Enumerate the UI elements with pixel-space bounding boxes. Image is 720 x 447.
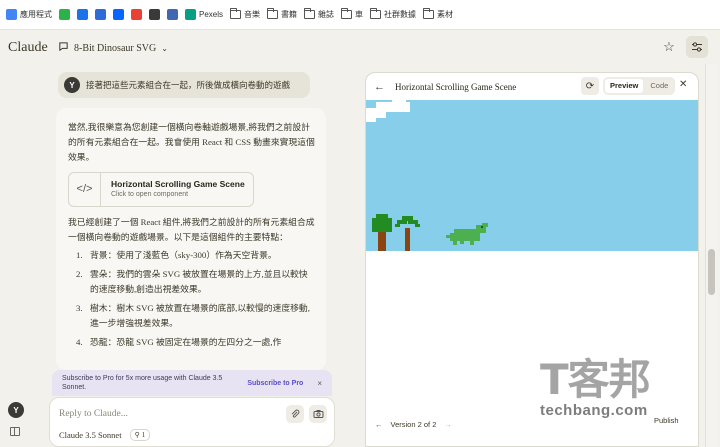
tab-preview[interactable]: Preview	[605, 79, 644, 93]
bookmark-item[interactable]: 素材	[423, 8, 454, 20]
app-header: Claude 8-Bit Dinosaur SVG ⌄ ☆	[0, 31, 720, 64]
bookmark-item[interactable]	[113, 9, 124, 20]
bookmark-label: 雜誌	[318, 10, 335, 19]
next-version-arrow-icon[interactable]: →	[444, 420, 452, 429]
apps-grid-icon	[6, 9, 17, 20]
person-icon: ⚲	[134, 431, 140, 439]
user-message: Y 接著把這些元素組合在一起，所後做成橫向卷動的遊戲	[58, 72, 310, 98]
assistant-message: 當然,我很樂意為您創建一個橫向卷軸遊戲場景,將我們之前設計的所有元素組合在一起。…	[56, 108, 326, 370]
watermark-logo: T客邦	[540, 355, 651, 404]
pexels-icon	[185, 9, 196, 20]
window-scrollbar[interactable]	[705, 64, 717, 447]
close-icon[interactable]: ✕	[679, 79, 687, 90]
bookmark-item[interactable]	[131, 9, 142, 20]
previous-version-arrow-icon[interactable]: ←	[375, 420, 383, 429]
refresh-icon[interactable]: ⟳	[581, 77, 599, 95]
bookmark-item[interactable]: 應用程式	[6, 9, 52, 20]
star-icon[interactable]: ☆	[658, 36, 680, 58]
bookmark-label: 應用程式	[20, 10, 52, 19]
code-icon: </>	[69, 173, 101, 206]
preview-code-toggle: Preview Code	[603, 77, 676, 95]
watermark-url: techbang.com	[540, 402, 648, 419]
bookmark-item[interactable]: 車	[341, 8, 364, 20]
list-item: 2. 雲朵：我們的雲朵 SVG 被放置在場景的上方,並且以較快的速度移動,創造出視…	[76, 269, 308, 294]
assistant-intro: 當然,我很樂意為您創建一個橫向卷軸遊戲場景,將我們之前設計的所有元素組合在一起。…	[68, 122, 315, 162]
folder-icon	[370, 8, 382, 19]
bookmark-item[interactable]	[95, 9, 106, 20]
conversation-title-button[interactable]: 8-Bit Dinosaur SVG ⌄	[58, 41, 168, 55]
list-item: 4. 恐龍：恐龍 SVG 被固定在場景的左四分之一處,作	[76, 337, 282, 347]
subscribe-banner-text: Subscribe to Pro for 5x more usage with …	[62, 375, 223, 391]
paperclip-icon[interactable]	[286, 405, 304, 423]
folder-icon	[423, 8, 435, 19]
artifact-card-title: Horizontal Scrolling Game Scene	[111, 179, 245, 189]
feature-list: 1. 背景：使用了淺藍色（sky-300）作為天空背景。 2. 雲朵：我們的雲朵 S…	[68, 248, 316, 350]
user-message-text: 接著把這些元素組合在一起，所後做成橫向卷動的遊戲	[86, 80, 291, 90]
folder-icon	[267, 8, 279, 19]
bookmark-trend-icon	[131, 9, 142, 20]
settings-sliders-icon[interactable]	[686, 36, 708, 58]
bookmarks-bar: 應用程式 Pexels 音樂 書籍 雜誌 車 社群數據 素材	[0, 0, 720, 30]
folder-icon	[304, 8, 316, 19]
reply-input[interactable]: Reply to Claude...	[59, 409, 128, 419]
subscribe-banner: Subscribe to Pro for 5x more usage with …	[52, 370, 332, 396]
bookmark-item[interactable]	[167, 9, 178, 20]
folder-icon	[341, 8, 353, 19]
bookmark-item[interactable]: Pexels	[185, 9, 223, 20]
game-scene-preview	[366, 100, 698, 251]
subscribe-to-pro-link[interactable]: Subscribe to Pro	[247, 380, 303, 387]
back-arrow-icon[interactable]: ←	[374, 81, 385, 93]
project-badge[interactable]: ⚲ 1	[129, 429, 151, 441]
chat-bubble-icon	[58, 41, 69, 55]
model-selector[interactable]: Claude 3.5 Sonnet ⚲ 1	[59, 429, 151, 441]
tree	[372, 214, 392, 251]
artifact-panel-title: Horizontal Scrolling Game Scene	[395, 81, 517, 92]
bookmark-item[interactable]	[59, 9, 70, 20]
bookmark-meta-icon	[113, 9, 124, 20]
bookmark-item[interactable]: 社群數據	[370, 8, 417, 20]
tree	[395, 216, 420, 251]
bookmark-green-icon	[59, 9, 70, 20]
bookmark-s-icon	[149, 9, 160, 20]
account-avatar[interactable]: Y	[8, 402, 24, 418]
bookmark-label: Pexels	[199, 10, 224, 19]
model-name: Claude 3.5 Sonnet	[59, 430, 122, 440]
folder-icon	[230, 8, 242, 19]
bookmark-label: 車	[355, 10, 364, 19]
bookmark-item[interactable]: 音樂	[230, 8, 261, 20]
cloud	[366, 100, 410, 122]
artifact-card-subtitle: Click to open component	[111, 191, 189, 198]
scrollbar-thumb[interactable]	[708, 249, 715, 295]
artifact-card[interactable]: </> Horizontal Scrolling Game Scene Clic…	[68, 172, 254, 207]
bookmark-label: 社群數據	[384, 10, 417, 19]
bookmark-label: 素材	[437, 10, 454, 19]
user-avatar: Y	[64, 77, 80, 93]
bookmark-blue-icon	[77, 9, 88, 20]
camera-icon[interactable]	[309, 405, 327, 423]
bookmark-fb-icon	[167, 9, 178, 20]
list-item: 1. 背景：使用了淺藍色（sky-300）作為天空背景。	[76, 250, 277, 260]
dinosaur-eye	[481, 226, 483, 228]
bookmark-item[interactable]: 書籍	[267, 8, 298, 20]
close-icon[interactable]: ×	[317, 379, 322, 388]
game-scene-svg	[366, 100, 488, 251]
tab-code[interactable]: Code	[645, 79, 673, 93]
bookmark-c-icon	[95, 9, 106, 20]
bookmark-label: 音樂	[244, 10, 261, 19]
bookmark-item[interactable]	[149, 9, 160, 20]
bookmark-item[interactable]: 雜誌	[304, 8, 335, 20]
techbang-watermark: T客邦 techbang.com	[540, 357, 698, 427]
claude-logo[interactable]: Claude	[8, 40, 48, 56]
version-label: Version 2 of 2	[390, 419, 437, 429]
conversation-title: 8-Bit Dinosaur SVG	[74, 42, 157, 54]
reply-input-box[interactable]: Reply to Claude... Claude 3.5 Sonnet ⚲ 1	[49, 397, 335, 447]
sidebar-toggle-icon[interactable]	[10, 427, 20, 436]
chevron-down-icon: ⌄	[161, 43, 168, 53]
list-item: 3. 樹木：樹木 SVG 被放置在場景的底部,以較慢的速度移動,進一步增強視差效果…	[76, 303, 310, 328]
bookmark-label: 書籍	[281, 10, 298, 19]
assistant-summary: 我已經創建了一個 React 組件,將我們之前設計的所有元素組合成一個橫向卷動的…	[68, 217, 315, 242]
bookmark-item[interactable]	[77, 9, 88, 20]
